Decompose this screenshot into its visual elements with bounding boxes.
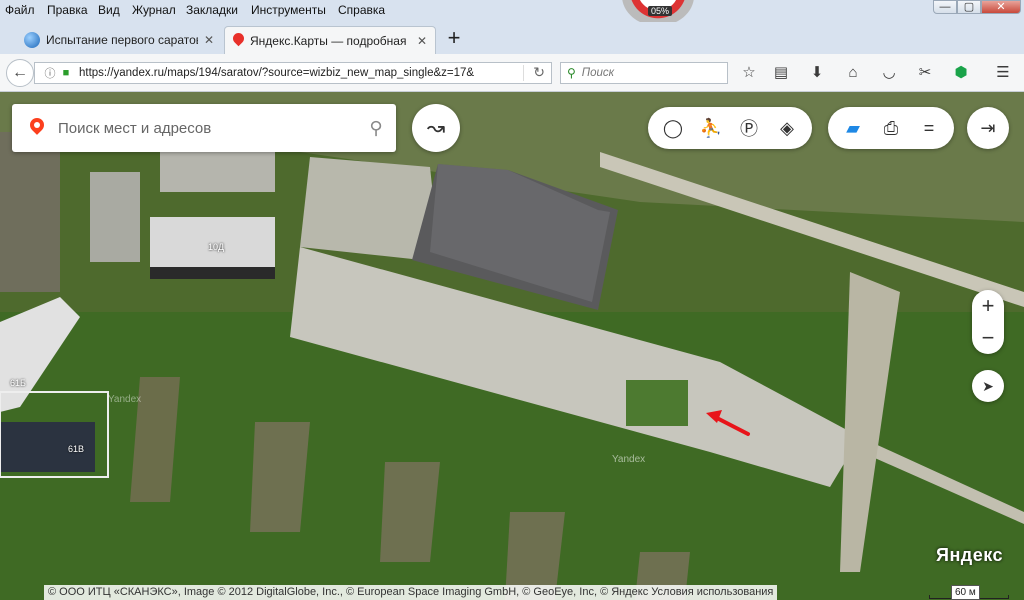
yandex-maps-favicon-icon [233,33,244,48]
terms-of-use-link[interactable]: Условия использования [651,586,773,598]
close-window-button[interactable]: ✕ [981,0,1021,14]
hamburger-menu-icon[interactable]: ☰ [992,63,1014,83]
pocket-icon[interactable]: ◡ [878,63,900,83]
info-icon[interactable]: ⓘ [41,65,59,81]
more-menu-icon[interactable]: = [910,107,948,149]
panorama-layer-icon[interactable]: ⛹ [692,107,730,149]
search-icon[interactable]: ⚲ [356,118,396,139]
login-icon: ⇥ [980,117,996,138]
copyright-text: © ООО ИТЦ «СКАНЭКС», Image © 2012 Digita… [48,586,649,598]
map-search-input[interactable] [58,119,356,137]
tools-toolbar: ▰ ⎙ = [828,107,954,149]
tab-close-icon[interactable]: ✕ [204,33,214,47]
menu-edit[interactable]: Правка [47,3,88,17]
nav-bar: ← ⓘ ■ https://yandex.ru/maps/194/saratov… [0,54,1024,92]
route-icon: ↝ [426,115,446,140]
reload-icon[interactable]: ↻ [533,64,545,81]
map-layers-icon[interactable]: ◈ [768,107,806,149]
menu-file[interactable]: Файл [5,3,35,17]
menu-view[interactable]: Вид [98,3,120,17]
yandex-logo: Яндекс [936,545,1004,565]
url-bar[interactable]: ⓘ ■ https://yandex.ru/maps/194/saratov/?… [34,62,552,84]
zoom-out-button[interactable]: − [972,322,1004,354]
search-engine-icon[interactable]: ⚲ [567,66,576,80]
browser-search-field[interactable]: ⚲ Поиск [560,62,728,84]
download-icon[interactable]: ⬇ [806,63,828,83]
print-icon[interactable]: ⎙ [872,107,910,149]
menu-help[interactable]: Справка [338,3,385,17]
menu-bar: Файл Правка Вид Журнал Закладки Инструме… [0,0,1024,22]
login-button[interactable]: ⇥ [967,107,1009,149]
map-watermark: Yandex [108,394,142,405]
zoom-in-button[interactable]: + [972,290,1004,322]
menu-tools[interactable]: Инструменты [251,3,326,17]
tab-saratov-test[interactable]: Испытание первого саратов ✕ [16,26,222,54]
url-separator [523,65,524,81]
layers-toolbar: ◯ ⛹ Ⓟ ◈ [648,107,812,149]
map-watermark: Yandex [612,454,646,465]
shield-extension-icon[interactable]: ⬢ [950,63,972,83]
building-label: 61Б [10,378,26,388]
reader-list-icon[interactable]: ▤ [770,63,792,83]
new-tab-button[interactable]: + [444,26,464,50]
ruler-icon[interactable]: ▰ [834,107,872,149]
bookmark-star-icon[interactable]: ☆ [738,63,760,83]
map-view[interactable]: 10Д 61Б 61В Yandex Yandex ⚲ ↝ ◯ ⛹ Ⓟ ◈ ▰ … [0,92,1024,600]
map-search-panel[interactable]: ⚲ [12,104,396,152]
screenshot-icon[interactable]: ✂ [914,63,936,83]
route-button[interactable]: ↝ [412,104,460,152]
tab-yandex-maps[interactable]: Яндекс.Карты — подробная ✕ [224,26,436,54]
speedometer-value: 05% [648,6,673,16]
minimize-button[interactable]: — [933,0,957,14]
back-button[interactable]: ← [6,59,34,87]
maximize-button[interactable]: ▢ [957,0,981,14]
map-scale: 60 м [925,585,1015,600]
zoom-control: + − [972,290,1004,354]
browser-search-placeholder: Поиск [581,67,615,79]
tab-close-icon[interactable]: ✕ [417,34,427,48]
traffic-layer-icon[interactable]: ◯ [654,107,692,149]
geolocation-button[interactable]: ➤ [972,370,1004,402]
lock-icon: ■ [62,67,70,79]
tab-bar: Испытание первого саратов ✕ Яндекс.Карты… [0,22,1024,54]
location-arrow-icon: ➤ [982,377,994,394]
menu-bookmarks[interactable]: Закладки [186,3,238,17]
yandex-pin-icon [30,118,44,138]
home-icon[interactable]: ⌂ [842,63,864,83]
map-copyright: © ООО ИТЦ «СКАНЭКС», Image © 2012 Digita… [44,585,778,600]
tab-title: Испытание первого саратов [46,33,198,47]
building-label: 10Д [208,242,225,252]
scale-label: 60 м [951,585,980,600]
parking-layer-icon[interactable]: Ⓟ [730,107,768,149]
url-text[interactable]: https://yandex.ru/maps/194/saratov/?sour… [79,67,519,79]
satellite-imagery[interactable] [0,92,1024,600]
tab-title: Яндекс.Карты — подробная [250,33,407,48]
building-label: 61В [68,444,85,454]
globe-favicon-icon [24,32,40,48]
menu-history[interactable]: Журнал [132,3,176,17]
